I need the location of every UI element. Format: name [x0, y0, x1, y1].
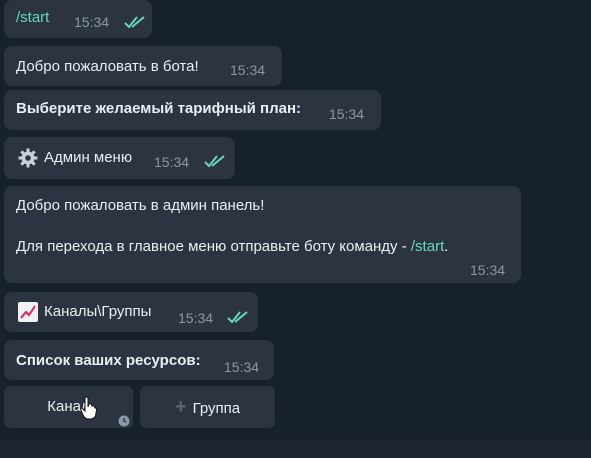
message-text: Админ меню	[44, 149, 133, 166]
message-line2-suffix: .	[444, 238, 449, 255]
message-choose-plan: Выберите желаемый тарифный план: 15:34	[4, 90, 381, 130]
message-time: 15:34	[470, 262, 506, 278]
gear-icon	[18, 148, 38, 168]
channel-button[interactable]: Канал	[4, 386, 133, 428]
message-text: /start	[16, 9, 50, 26]
double-check-icon	[124, 16, 145, 29]
message-line2: Для перехода в главное меню отправьте бо…	[16, 237, 448, 257]
double-check-icon	[227, 311, 248, 324]
message-admin-panel: Добро пожаловать в админ панель! Для пер…	[4, 186, 521, 283]
hand-cursor-icon	[80, 396, 98, 420]
message-time: 15:34	[329, 106, 365, 122]
chart-increasing-icon	[18, 302, 38, 322]
message-welcome-bot: Добро пожаловать в бота! 15:34	[4, 46, 282, 86]
message-time: 15:34	[224, 359, 260, 375]
message-text: Список ваших ресурсов:	[16, 352, 201, 369]
message-line2-text: Для перехода в главное меню отправьте бо…	[16, 238, 411, 255]
message-channels-groups: Каналы\Группы 15:34	[4, 292, 258, 332]
message-text: Каналы\Группы	[44, 303, 152, 320]
message-time: 15:34	[178, 310, 214, 326]
plus-icon: +	[174, 396, 187, 418]
add-group-button-label: Группа	[192, 400, 241, 417]
message-input-bar	[0, 440, 591, 458]
double-check-icon	[204, 155, 225, 168]
message-start-command: /start 15:34	[4, 0, 152, 38]
clock-icon	[118, 415, 130, 427]
message-admin-menu: Админ меню 15:34	[4, 137, 235, 179]
start-command-link[interactable]: /start	[411, 238, 444, 255]
message-line1: Добро пожаловать в админ панель!	[16, 197, 265, 214]
message-resource-list: Список ваших ресурсов: 15:34	[4, 340, 274, 380]
message-time: 15:34	[154, 154, 190, 170]
add-group-button[interactable]: + Группа	[140, 386, 275, 428]
message-time: 15:34	[230, 62, 266, 78]
message-time: 15:34	[74, 14, 110, 30]
message-text: Добро пожаловать в бота!	[16, 58, 199, 75]
message-text: Выберите желаемый тарифный план:	[16, 100, 302, 117]
